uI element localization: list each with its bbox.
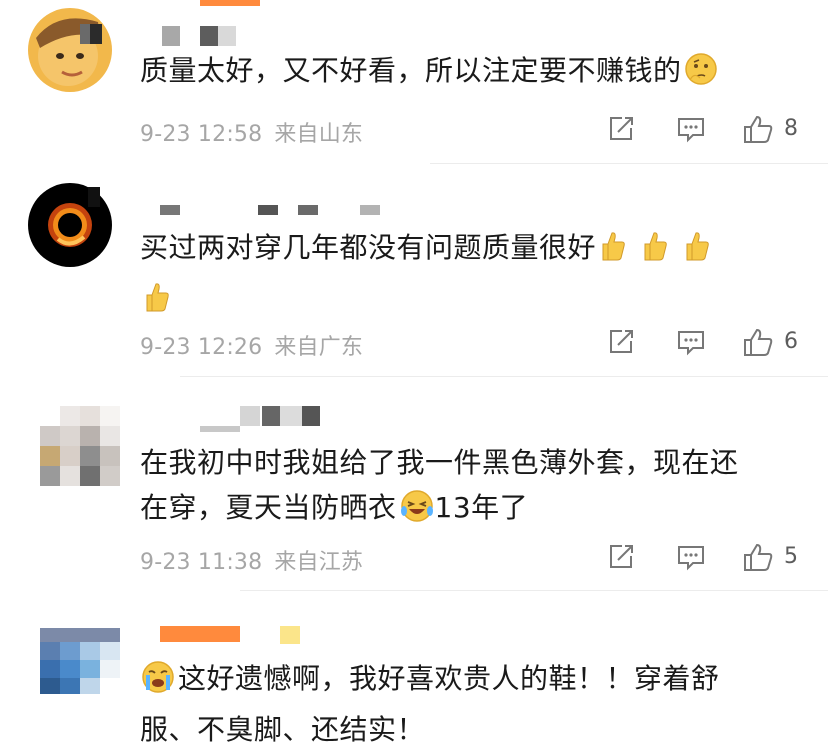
comment-icon[interactable]	[676, 114, 706, 144]
username-redacted[interactable]	[140, 406, 360, 432]
comment-meta: 9-23 12:26 来自广东	[140, 329, 375, 361]
comment-text: 买过两对穿几年都没有问题质量很好	[140, 225, 788, 327]
share-icon[interactable]	[606, 114, 636, 144]
like-count: 6	[784, 329, 798, 354]
comment-item: 这好遗憾啊，我好喜欢贵人的鞋！！穿着舒 服、不臭脚、还结实！	[0, 594, 828, 746]
divider	[240, 590, 828, 591]
comment-item: 质量太好，又不好看，所以注定要不赚钱的 9-23 12:58 来自山东 8	[0, 0, 828, 165]
like-count: 8	[784, 116, 798, 141]
avatar[interactable]	[40, 406, 120, 486]
thumbs-up-emoji-icon	[640, 229, 670, 276]
thumbs-up-icon[interactable]	[742, 113, 774, 145]
thumbs-up-icon[interactable]	[742, 541, 774, 573]
timestamp: 9-23 12:26	[140, 335, 263, 360]
avatar[interactable]	[28, 8, 112, 92]
comment-item: 在我初中时我姐给了我一件黑色薄外套，现在还 在穿，夏天当防晒衣 13年了 9-23 …	[0, 380, 828, 592]
thumbs-up-emoji-icon	[682, 229, 712, 276]
comment-meta: 9-23 11:38 来自江苏	[140, 544, 375, 576]
share-icon[interactable]	[606, 542, 636, 572]
laugh-cry-emoji-icon	[399, 489, 435, 536]
comment-text: 在我初中时我姐给了我一件黑色薄外套，现在还 在穿，夏天当防晒衣 13年了	[140, 440, 788, 536]
timestamp: 9-23 11:38	[140, 550, 263, 575]
username-redacted[interactable]	[140, 626, 320, 650]
comment-text: 这好遗憾啊，我好喜欢贵人的鞋！！穿着舒 服、不臭脚、还结实！	[140, 660, 720, 746]
avatar[interactable]	[40, 628, 120, 694]
like-count: 5	[784, 544, 798, 569]
comment-meta: 9-23 12:58 来自山东	[140, 116, 375, 148]
comment-icon[interactable]	[676, 327, 706, 357]
thumbs-up-icon[interactable]	[742, 326, 774, 358]
comment-text: 质量太好，又不好看，所以注定要不赚钱的	[140, 48, 788, 99]
crying-emoji-icon	[140, 660, 176, 707]
location: 来自广东	[274, 335, 364, 360]
comment-item: 买过两对穿几年都没有问题质量很好 9-23 12:26 来自广东 6	[0, 165, 828, 375]
divider	[430, 163, 828, 164]
share-icon[interactable]	[606, 327, 636, 357]
thinking-emoji-icon	[684, 52, 718, 99]
avatar-corner-block	[88, 187, 100, 207]
comment-icon[interactable]	[676, 542, 706, 572]
divider	[180, 376, 828, 377]
username-redacted[interactable]	[140, 26, 260, 50]
location: 来自江苏	[274, 550, 364, 575]
thumbs-up-emoji-icon	[598, 229, 628, 276]
location: 来自山东	[274, 122, 364, 147]
thumbs-up-emoji-icon	[142, 280, 172, 327]
timestamp: 9-23 12:58	[140, 122, 263, 147]
